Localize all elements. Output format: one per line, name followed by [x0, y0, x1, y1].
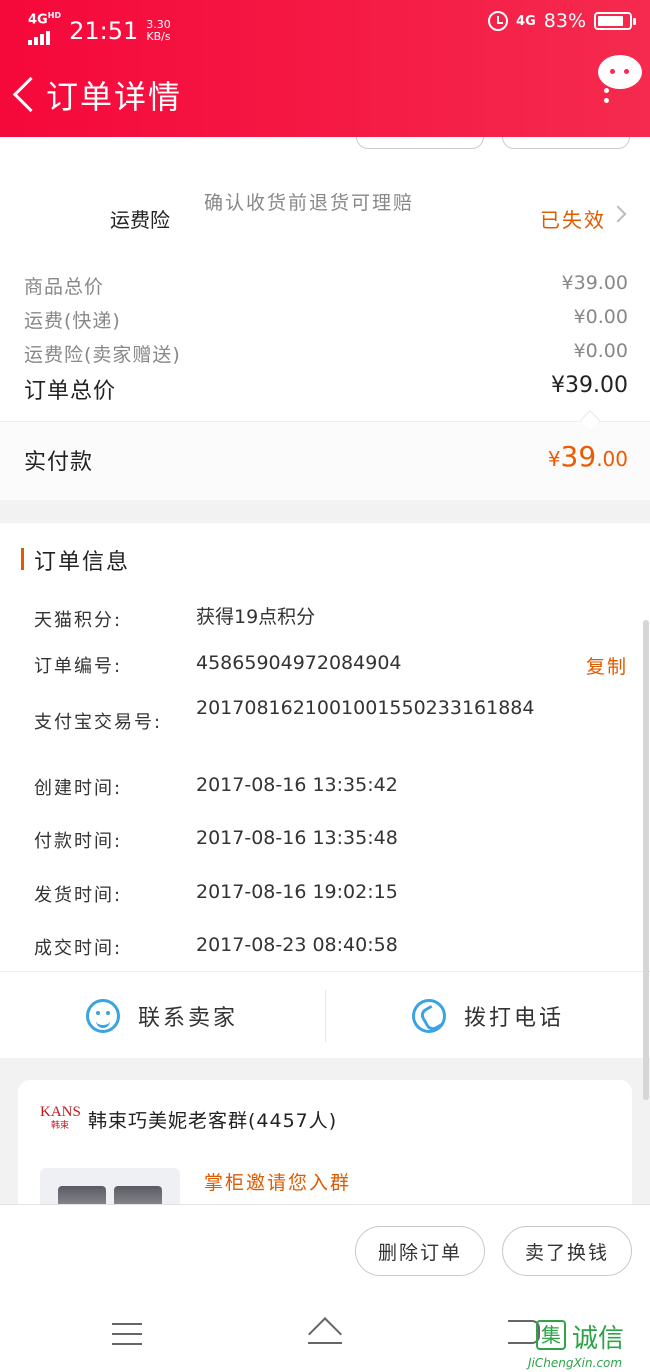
page-title: 订单详情 [46, 78, 183, 116]
price-label: 运费险(卖家赠送) [24, 344, 181, 366]
status-right: 4G 83% [488, 10, 636, 32]
divider [325, 990, 326, 1042]
group-name: 韩束巧美妮老客群(4457人) [88, 1110, 338, 1132]
watermark-text: 诚信 [572, 1324, 625, 1354]
watermark: 集 诚信 JiChengXin.com [528, 1318, 648, 1372]
insurance-status: 已失效 [540, 208, 606, 232]
info-label-paid: 付款时间: [34, 831, 123, 852]
delete-order-button[interactable]: 删除订单 [355, 1226, 485, 1276]
brand-logo-sub: 韩束 [50, 1120, 69, 1130]
price-value: ¥39.00 [561, 272, 628, 294]
contact-seller-label: 联系卖家 [138, 1006, 239, 1031]
watermark-logo: 集 [536, 1320, 566, 1350]
contact-seller-button[interactable]: 联系卖家 [86, 996, 238, 1036]
call-phone-label: 拨打电话 [464, 1006, 565, 1031]
net-speed-value: 3.30 [146, 17, 171, 31]
peek-button-left[interactable] [356, 137, 484, 149]
net-speed-unit: KB/s [146, 29, 171, 43]
brand-logo-text: KANS [40, 1104, 81, 1120]
net-speed: 3.30 KB/s [146, 17, 171, 43]
divider [0, 971, 650, 972]
price-value: ¥0.00 [573, 306, 628, 328]
network-hd: HD [47, 11, 62, 20]
chat-smile-icon [86, 999, 120, 1033]
price-value: ¥0.00 [573, 340, 628, 362]
status-left: 4GHD 21:51 3.30 KB/s [28, 10, 171, 51]
info-value-completed: 2017-08-23 08:40:58 [196, 934, 398, 956]
insurance-label: 运费险 [110, 208, 170, 232]
info-label-completed: 成交时间: [34, 938, 123, 959]
more-vertical-icon[interactable] [604, 88, 610, 112]
network-indicator: 4GHD [28, 10, 61, 51]
home-icon[interactable] [304, 1318, 346, 1350]
message-bubble-icon[interactable] [598, 55, 642, 89]
phone-icon [412, 999, 446, 1033]
call-phone-button[interactable]: 拨打电话 [412, 996, 564, 1036]
paid-label: 实付款 [24, 450, 94, 475]
info-label-alipay: 支付宝交易号: [34, 712, 163, 733]
group-invite-text: 掌柜邀请您入群 [204, 1172, 352, 1194]
price-label: 运费(快递) [24, 310, 121, 332]
info-label-created: 创建时间: [34, 778, 123, 799]
copy-button[interactable]: 复制 [586, 652, 628, 679]
status-bar: 4GHD 21:51 3.30 KB/s 4G 83% [0, 0, 650, 50]
clock: 21:51 [69, 16, 139, 45]
order-total-label: 订单总价 [24, 379, 117, 404]
scrollbar[interactable] [643, 620, 649, 1100]
insurance-description: 确认收货前退货可理赔 [204, 192, 415, 214]
info-label-shipped: 发货时间: [34, 885, 123, 906]
order-info-title: 订单信息 [34, 550, 131, 575]
info-value-paid: 2017-08-16 13:35:48 [196, 827, 398, 849]
watermark-url: JiChengXin.com [528, 1356, 623, 1370]
info-value-created: 2017-08-16 13:35:42 [196, 774, 398, 796]
paid-decimal: .00 [596, 447, 628, 471]
info-value-alipay: 2017081621001001550233161884 [196, 697, 535, 719]
battery-icon [594, 12, 636, 30]
peek-button-right[interactable] [502, 137, 630, 149]
app-header: 4GHD 21:51 3.30 KB/s 4G 83% 订单详情 [0, 0, 650, 137]
divider [0, 421, 650, 422]
signal-icon [28, 29, 50, 46]
section-accent-bar [21, 548, 24, 570]
network-type: 4G [28, 12, 48, 28]
paid-integer: 39 [560, 440, 597, 473]
info-label-order-number: 订单编号: [34, 656, 123, 677]
order-total-value: ¥39.00 [551, 373, 628, 398]
back-arrow-icon[interactable] [10, 76, 44, 116]
shipping-insurance-row[interactable]: 运费险 确认收货前退货可理赔 已失效 [0, 174, 650, 254]
price-label: 商品总价 [24, 276, 105, 298]
brand-logo: KANS 韩束 [40, 1104, 81, 1130]
paid-currency: ¥ [547, 447, 561, 471]
battery-percent: 83% [543, 10, 586, 32]
sell-for-cash-button[interactable]: 卖了换钱 [502, 1226, 632, 1276]
info-value-shipped: 2017-08-16 19:02:15 [196, 881, 398, 903]
chevron-right-icon [609, 205, 627, 223]
info-value-points: 获得19点积分 [196, 606, 316, 628]
info-label-points: 天猫积分: [34, 610, 123, 631]
info-value-order-number: 45865904972084904 [196, 652, 402, 674]
network-type-right: 4G [516, 13, 536, 29]
paid-amount: ¥39.00 [548, 440, 628, 473]
menu-icon[interactable] [112, 1323, 142, 1345]
alarm-icon [488, 11, 509, 31]
